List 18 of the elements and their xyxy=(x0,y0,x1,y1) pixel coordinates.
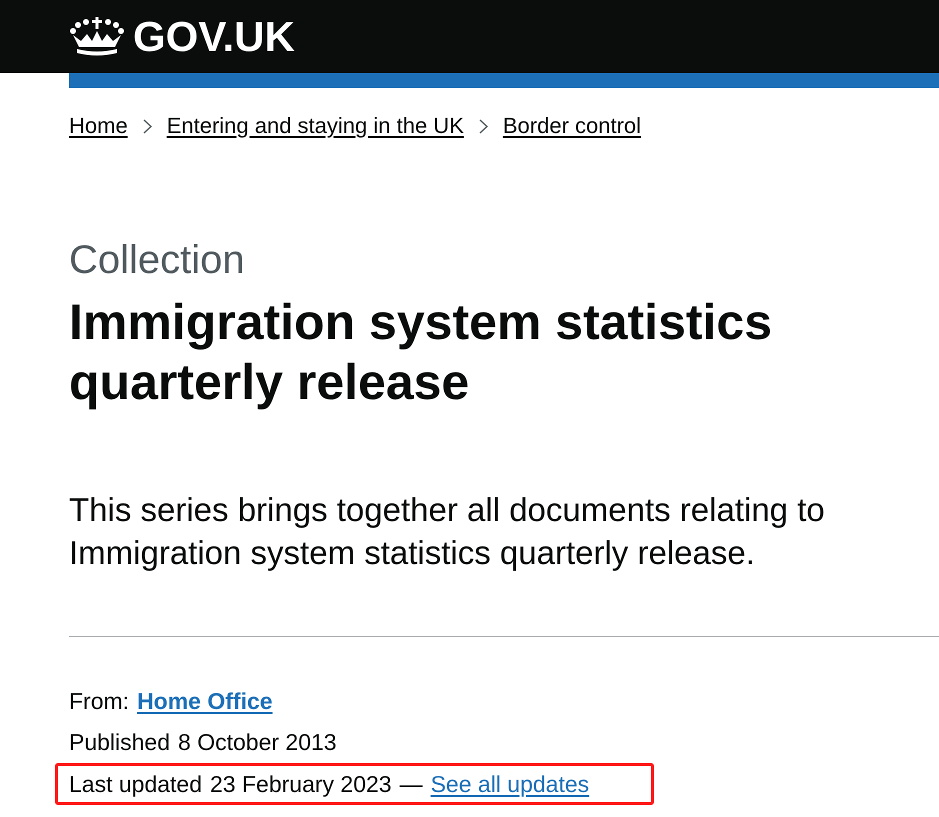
collection-caption: Collection xyxy=(69,237,246,284)
breadcrumb-link[interactable]: Home xyxy=(69,111,128,141)
dash-separator: — xyxy=(400,770,423,799)
last-updated-label: Last updated xyxy=(69,770,202,799)
from-label: From: xyxy=(69,687,130,716)
organisation-link[interactable]: Home Office xyxy=(137,681,273,722)
chevron-icon xyxy=(478,118,488,134)
govuk-logo-link[interactable]: GOV.UK xyxy=(69,16,295,58)
breadcrumb-link[interactable]: Border control xyxy=(502,111,642,141)
published-label: Published xyxy=(69,728,170,757)
crown-icon xyxy=(69,16,125,56)
breadcrumb-link[interactable]: Entering and staying in the UK xyxy=(166,111,464,141)
see-all-updates-link[interactable]: See all updates xyxy=(430,766,590,802)
page-title: Immigration system statistics quarterly release xyxy=(69,293,774,412)
last-updated-date: 23 February 2023 xyxy=(210,770,392,799)
lead-paragraph: This series brings together all documents relating to Immigration system statistics quarterly release. xyxy=(69,490,826,573)
published-date: 8 October 2013 xyxy=(178,728,337,757)
chevron-icon xyxy=(142,118,152,134)
